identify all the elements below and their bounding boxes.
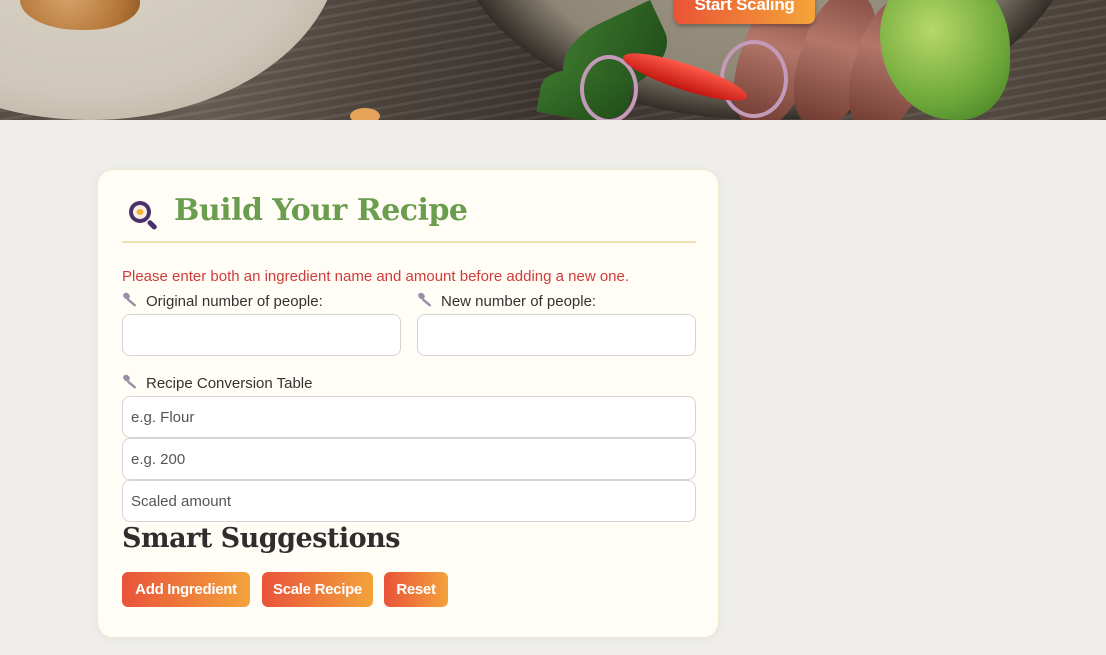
add-ingredient-button[interactable]: Add Ingredient <box>122 572 250 607</box>
conversion-table-label: Recipe Conversion Table <box>122 374 313 392</box>
crumb <box>350 108 380 120</box>
new-people-label: New number of people: <box>417 292 596 310</box>
spoon-icon <box>418 292 431 307</box>
validation-error-message: Please enter both an ingredient name and… <box>122 268 630 285</box>
original-people-input[interactable] <box>122 314 401 356</box>
scale-recipe-button[interactable]: Scale Recipe <box>262 572 373 607</box>
hero-banner-image: Start Scaling <box>0 0 1106 120</box>
scaled-amount-input[interactable] <box>122 480 696 522</box>
spoon-icon <box>123 374 136 389</box>
card-header: Build Your Recipe <box>122 192 696 243</box>
build-recipe-card: Build Your Recipe Please enter both an i… <box>97 169 719 638</box>
conversion-table-label-text: Recipe Conversion Table <box>146 375 313 392</box>
frying-pan-icon <box>129 201 157 230</box>
card-title: Build Your Recipe <box>174 193 468 228</box>
original-people-label-text: Original number of people: <box>146 293 323 310</box>
original-people-label: Original number of people: <box>122 292 323 310</box>
new-people-input[interactable] <box>417 314 696 356</box>
ingredient-amount-input[interactable] <box>122 438 696 480</box>
spoon-icon <box>123 292 136 307</box>
reset-button[interactable]: Reset <box>384 572 448 607</box>
smart-suggestions-heading: Smart Suggestions <box>122 523 401 554</box>
onion-ring <box>720 40 788 118</box>
ingredient-name-input[interactable] <box>122 396 696 438</box>
new-people-label-text: New number of people: <box>441 293 597 310</box>
start-scaling-button[interactable]: Start Scaling <box>674 0 815 24</box>
